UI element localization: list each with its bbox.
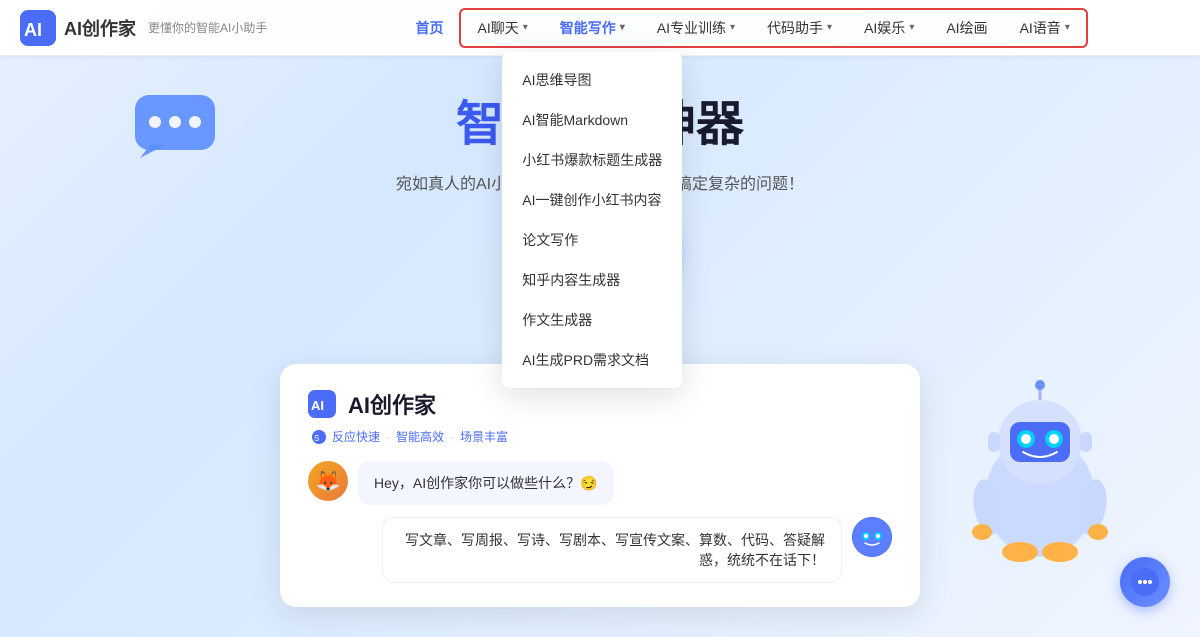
- dropdown-item-zhihu[interactable]: 知乎内容生成器: [502, 260, 682, 300]
- dropdown-item-prd[interactable]: AI生成PRD需求文档: [502, 340, 682, 380]
- user-message-bubble: Hey，AI创作家你可以做些什么？😏: [358, 461, 614, 505]
- chevron-down-icon-code: ▾: [827, 22, 832, 33]
- chat-messages: 🦊 Hey，AI创作家你可以做些什么？😏 写文章、写周报、写诗、写剧本、写宣传文…: [308, 461, 892, 583]
- dropdown-item-xiaohongshu-content[interactable]: AI一键创作小红书内容: [502, 180, 682, 220]
- chat-bubble-illustration: [130, 90, 220, 160]
- tag-speed: 反应快速: [332, 428, 380, 445]
- floating-chat-button[interactable]: [1120, 557, 1170, 607]
- robot-illustration: [960, 377, 1120, 577]
- ai-message-row: 写文章、写周报、写诗、写剧本、写宣传文案、算数、代码、答疑解惑，统统不在话下！: [308, 517, 892, 583]
- chevron-down-icon-entertainment: ▾: [909, 22, 914, 33]
- user-message-row: 🦊 Hey，AI创作家你可以做些什么？😏: [308, 461, 892, 505]
- nav-item-home[interactable]: 首页: [399, 10, 459, 46]
- tag-icon: S: [312, 430, 326, 444]
- dropdown-item-xiaohongshu-title[interactable]: 小红书爆款标题生成器: [502, 140, 682, 180]
- nav-item-ai-chat[interactable]: AI聊天 ▾: [461, 10, 543, 46]
- chat-card-title: AI创作家: [348, 388, 436, 420]
- nav-border-box: AI聊天 ▾ 智能写作 ▾ AI思维导图 AI智能Markdown 小红书爆款标…: [459, 8, 1087, 48]
- svg-text:AI: AI: [311, 398, 324, 413]
- chat-card: AI AI创作家 S 反应快速 · 智能高效 · 场景丰富 🦊 Hey，AI创作…: [280, 364, 920, 607]
- ai-message-bubble: 写文章、写周报、写诗、写剧本、写宣传文案、算数、代码、答疑解惑，统统不在话下！: [382, 517, 842, 583]
- chat-card-tags: S 反应快速 · 智能高效 · 场景丰富: [312, 428, 892, 445]
- dropdown-item-thesis[interactable]: 论文写作: [502, 220, 682, 260]
- chat-card-header: AI AI创作家: [308, 388, 892, 420]
- chevron-down-icon-voice: ▾: [1065, 22, 1070, 33]
- smart-writing-dropdown-menu: AI思维导图 AI智能Markdown 小红书爆款标题生成器 AI一键创作小红书…: [502, 52, 682, 388]
- chat-card-logo-icon: AI: [308, 390, 336, 418]
- floating-chat-icon: [1131, 568, 1159, 596]
- navbar: AI AI创作家 更懂你的智能AI小助手 首页 AI聊天 ▾ 智能写作 ▾: [0, 0, 1200, 56]
- logo-text: AI创作家: [64, 15, 136, 41]
- logo-subtitle: 更懂你的智能AI小助手: [148, 19, 267, 36]
- logo-area[interactable]: AI AI创作家 更懂你的智能AI小助手: [20, 10, 267, 46]
- ai-avatar: [852, 517, 892, 557]
- chevron-down-icon-training: ▾: [730, 22, 735, 33]
- dropdown-item-mindmap[interactable]: AI思维导图: [502, 60, 682, 100]
- logo-icon: AI: [20, 10, 56, 46]
- tag-scene: 场景丰富: [460, 428, 508, 445]
- nav-item-code-assistant[interactable]: 代码助手 ▾: [751, 10, 848, 46]
- svg-text:AI: AI: [24, 20, 42, 40]
- dropdown-item-markdown[interactable]: AI智能Markdown: [502, 100, 682, 140]
- nav-item-ai-entertainment[interactable]: AI娱乐 ▾: [848, 10, 930, 46]
- dropdown-item-essay[interactable]: 作文生成器: [502, 300, 682, 340]
- nav-links: 首页 AI聊天 ▾ 智能写作 ▾ AI思维导图 AI智能Markdown 小红书…: [307, 8, 1180, 48]
- tag-efficient: 智能高效: [396, 428, 444, 445]
- chevron-down-icon-writing: ▾: [620, 22, 625, 33]
- nav-item-smart-writing[interactable]: 智能写作 ▾: [544, 10, 641, 46]
- nav-item-ai-painting[interactable]: AI绘画: [930, 10, 1003, 46]
- chevron-down-icon: ▾: [523, 22, 528, 33]
- nav-item-ai-voice[interactable]: AI语音 ▾: [1004, 10, 1086, 46]
- user-avatar: 🦊: [308, 461, 348, 501]
- svg-text:S: S: [314, 434, 319, 443]
- nav-item-ai-training[interactable]: AI专业训练 ▾: [641, 10, 751, 46]
- smart-writing-dropdown-wrapper: 智能写作 ▾ AI思维导图 AI智能Markdown 小红书爆款标题生成器 AI…: [544, 10, 641, 46]
